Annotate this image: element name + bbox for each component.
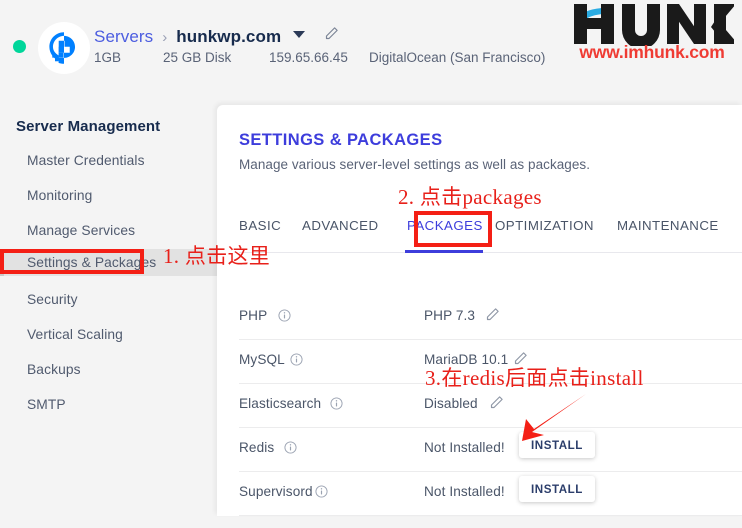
package-row-php: PHP PHP 7.3 xyxy=(217,295,742,339)
tab-maintenance[interactable]: MAINTENANCE xyxy=(617,218,719,242)
tab-active-indicator xyxy=(405,250,483,253)
info-icon[interactable] xyxy=(315,485,328,503)
page-subtitle: Manage various server-level settings as … xyxy=(239,157,591,172)
tab-basic[interactable]: BASIC xyxy=(239,218,281,242)
server-header: Servers › hunkwp.com 1GB 25 GB Disk 159.… xyxy=(0,0,742,96)
breadcrumb-servers-link[interactable]: Servers xyxy=(94,27,153,47)
server-status-dot xyxy=(13,40,26,53)
package-name-label: MySQL xyxy=(239,352,285,367)
app-root: Servers › hunkwp.com 1GB 25 GB Disk 159.… xyxy=(0,0,742,528)
annotation-arrow-to-install xyxy=(522,394,586,441)
page-title: SETTINGS & PACKAGES xyxy=(239,131,443,149)
sidebar-item-security[interactable]: Security xyxy=(0,286,217,313)
package-row-supervisord: Supervisord Not Installed! INSTALL xyxy=(217,471,742,515)
info-icon[interactable] xyxy=(278,309,291,327)
server-ip-label: 159.65.66.45 xyxy=(269,50,348,65)
package-row-redis: Redis Not Installed! INSTALL xyxy=(217,427,742,471)
info-icon[interactable] xyxy=(290,353,303,371)
tab-bar-divider xyxy=(239,252,742,253)
hunk-brand-logo: www.imhunk.com xyxy=(568,2,734,68)
package-value-label: Not Installed! xyxy=(424,440,505,455)
sidebar-item-label: Vertical Scaling xyxy=(27,327,123,342)
package-name-label: PHP xyxy=(239,308,268,323)
sidebar-item-master-credentials[interactable]: Master Credentials xyxy=(0,147,217,174)
package-name-label: Supervisord xyxy=(239,484,313,499)
server-ram-label: 1GB xyxy=(94,50,122,65)
package-value-label: Disabled xyxy=(424,396,478,411)
package-name-label: Redis xyxy=(239,440,275,455)
server-disk-label: 25 GB Disk xyxy=(163,50,232,65)
info-icon[interactable] xyxy=(330,397,343,415)
breadcrumb: Servers › hunkwp.com xyxy=(94,25,339,49)
sidebar-item-label: SMTP xyxy=(27,397,66,412)
row-divider xyxy=(239,515,742,516)
annotation-step-1: 1. 点击这里 xyxy=(163,244,271,268)
sidebar-item-backups[interactable]: Backups xyxy=(0,356,217,383)
server-provider-label: DigitalOcean (San Francisco) xyxy=(369,50,546,65)
sidebar-item-monitoring[interactable]: Monitoring xyxy=(0,182,217,209)
annotation-box-packages-tab xyxy=(414,211,492,247)
info-icon[interactable] xyxy=(284,441,297,459)
hunk-url-label: www.imhunk.com xyxy=(579,42,725,62)
tab-optimization[interactable]: OPTIMIZATION xyxy=(495,218,594,242)
package-value-label: Not Installed! xyxy=(424,484,505,499)
edit-pencil-icon[interactable] xyxy=(485,307,500,327)
server-name-label: hunkwp.com xyxy=(176,27,282,46)
install-supervisord-button[interactable]: INSTALL xyxy=(519,476,595,502)
annotation-step-3: 3.在redis后面点击install xyxy=(425,366,644,390)
edit-server-pencil-icon[interactable] xyxy=(324,26,339,46)
tab-advanced[interactable]: ADVANCED xyxy=(302,218,379,242)
sidebar-item-label: Master Credentials xyxy=(27,153,145,168)
package-name-label: Elasticsearch xyxy=(239,396,322,411)
hunk-wordmark-icon xyxy=(574,4,734,46)
sidebar-item-label: Backups xyxy=(27,362,81,377)
sidebar-item-label: Monitoring xyxy=(27,188,93,203)
digitalocean-logo-icon xyxy=(38,22,90,74)
sidebar-item-smtp[interactable]: SMTP xyxy=(0,391,217,418)
annotation-box-sidebar-settings xyxy=(0,249,144,274)
breadcrumb-separator-icon: › xyxy=(162,28,168,46)
settings-packages-panel: SETTINGS & PACKAGES Manage various serve… xyxy=(217,105,742,516)
sidebar-item-vertical-scaling[interactable]: Vertical Scaling xyxy=(0,321,217,348)
sidebar-title: Server Management xyxy=(16,118,161,135)
annotation-step-2: 2. 点击packages xyxy=(398,185,542,209)
package-value-label: PHP 7.3 xyxy=(424,308,476,323)
chevron-down-icon[interactable] xyxy=(293,31,306,38)
sidebar-item-label: Manage Services xyxy=(27,223,136,238)
sidebar: Server Management Master Credentials Mon… xyxy=(0,96,217,528)
sidebar-item-label: Security xyxy=(27,292,78,307)
